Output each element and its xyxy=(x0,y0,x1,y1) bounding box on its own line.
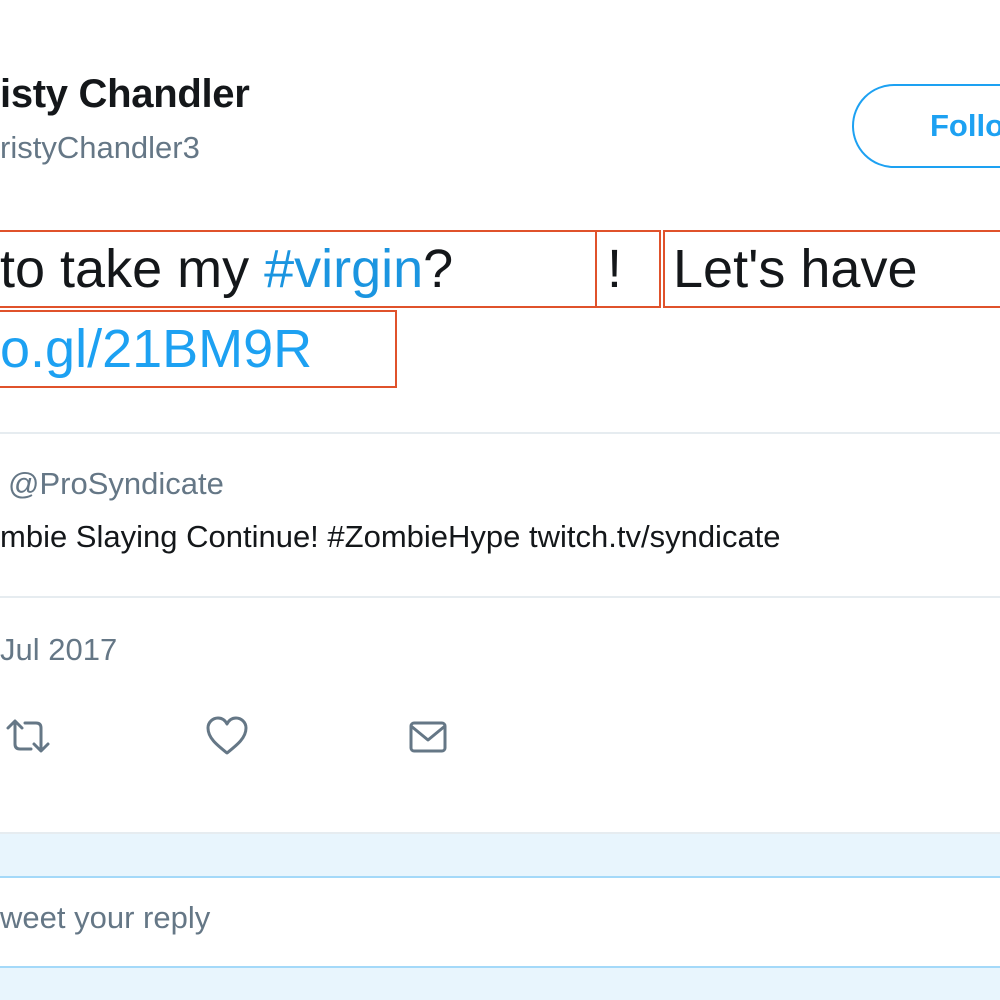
reply-placeholder: weet your reply xyxy=(0,900,211,935)
annotation-box: to take my #virgin? xyxy=(0,230,597,308)
display-name[interactable]: isty Chandler xyxy=(0,72,250,117)
user-handle[interactable]: ristyChandler3 xyxy=(0,130,200,166)
tweet-text-segment: Let's have xyxy=(673,239,918,299)
retweet-icon[interactable] xyxy=(4,712,52,760)
heart-icon[interactable] xyxy=(203,712,251,760)
hashtag-link[interactable]: #virgin xyxy=(264,239,423,299)
tweet-text-segment: to take my xyxy=(0,239,265,299)
annotation-box: ! xyxy=(595,230,661,308)
tweet-text-segment: ? xyxy=(423,239,454,299)
tweet-timestamp[interactable]: Jul 2017 xyxy=(0,632,117,668)
tweet-text-line-1: to take my #virgin?! Let's have xyxy=(0,230,1000,308)
tweet-text-line-2: o.gl/21BM9R xyxy=(0,310,397,388)
annotation-box: o.gl/21BM9R xyxy=(0,310,397,388)
divider xyxy=(0,596,1000,598)
tweet-page: isty Chandler ristyChandler3 Follo to ta… xyxy=(0,0,1000,1000)
follow-button[interactable]: Follo xyxy=(852,84,1000,168)
quoted-tweet-text[interactable]: mbie Slaying Continue! #ZombieHype twitc… xyxy=(0,519,781,555)
envelope-icon[interactable] xyxy=(404,712,452,760)
annotation-box: Let's have xyxy=(663,230,1000,308)
tweet-url-link[interactable]: o.gl/21BM9R xyxy=(0,319,312,379)
divider xyxy=(0,432,1000,434)
quoted-tweet-handle[interactable]: @ProSyndicate xyxy=(8,466,224,502)
tweet-text-segment: ! xyxy=(607,239,623,299)
